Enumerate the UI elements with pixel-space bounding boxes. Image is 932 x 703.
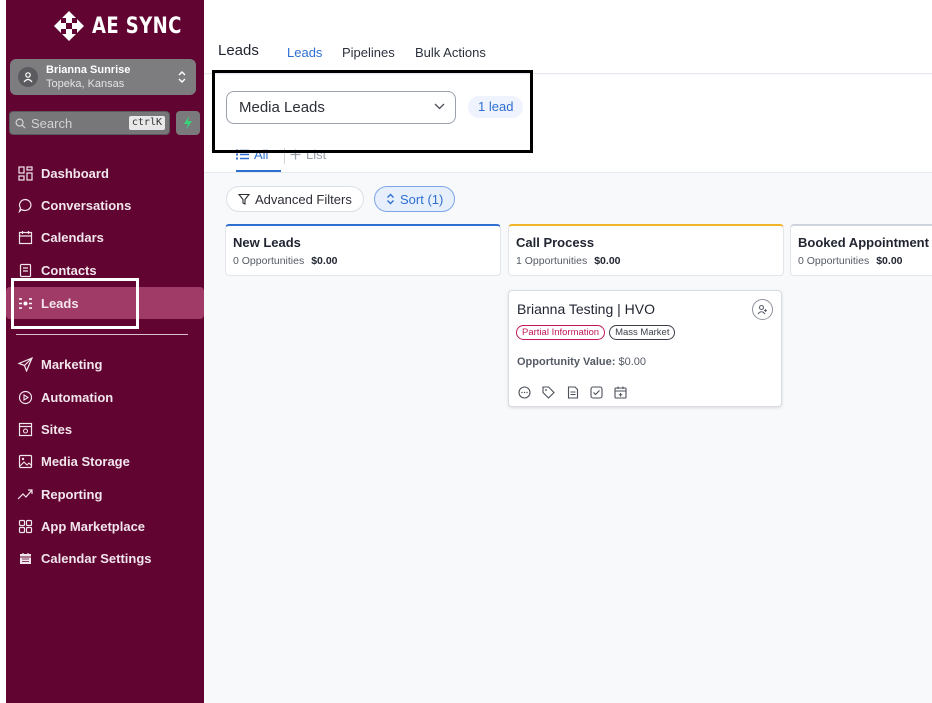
assign-user-button[interactable] bbox=[752, 299, 773, 320]
appointment-calendar-icon[interactable] bbox=[613, 385, 628, 400]
sort-icon bbox=[387, 193, 394, 205]
grid-icon bbox=[17, 165, 33, 181]
sidebar-divider bbox=[16, 334, 188, 335]
advanced-filters-button[interactable]: Advanced Filters bbox=[226, 186, 364, 212]
sidebar-item-label: Reporting bbox=[41, 486, 103, 502]
opportunity-title: Brianna Testing | HVO bbox=[517, 301, 656, 317]
opportunity-card[interactable]: Brianna Testing | HVO Partial Informatio… bbox=[508, 290, 782, 407]
opportunity-value-label: Opportunity Value: bbox=[517, 356, 616, 368]
conversation-icon[interactable] bbox=[517, 385, 532, 400]
stage-column-new-leads[interactable]: New Leads 0 Opportunities $0.00 bbox=[225, 224, 501, 276]
location-avatar-icon bbox=[18, 67, 38, 87]
sidebar-item-automation[interactable]: Automation bbox=[6, 384, 204, 410]
send-icon bbox=[17, 356, 33, 372]
sidebar-item-conversations[interactable]: Conversations bbox=[6, 192, 204, 218]
search-input[interactable]: Search ctrlK bbox=[9, 111, 170, 135]
stage-column-booked-appointment[interactable]: Booked Appointment 0 Opportunities $0.00 bbox=[790, 224, 932, 276]
sites-icon bbox=[17, 421, 33, 437]
sidebar-item-label: Calendars bbox=[41, 229, 104, 245]
opportunity-value-amount: $0.00 bbox=[618, 356, 646, 368]
stage-title: Call Process bbox=[516, 235, 595, 250]
advanced-filters-label: Advanced Filters bbox=[255, 191, 352, 207]
stage-opportunity-count: 0 Opportunities bbox=[798, 255, 870, 267]
calendar-icon bbox=[17, 229, 33, 245]
calendar-filled-icon bbox=[17, 550, 33, 566]
stage-summary: 0 Opportunities $0.00 bbox=[233, 255, 500, 267]
sidebar-item-media-storage[interactable]: Media Storage bbox=[6, 448, 204, 474]
app-window: AE SYNC Brianna Sunrise Topeka, Kansas S… bbox=[0, 0, 932, 703]
opportunity-value: Opportunity Value: $0.00 bbox=[517, 356, 646, 368]
stage-title: New Leads bbox=[233, 235, 301, 250]
sidebar-item-label: Marketing bbox=[41, 356, 103, 372]
stage-summary: 0 Opportunities $0.00 bbox=[798, 255, 932, 267]
sidebar-item-app-marketplace[interactable]: App Marketplace bbox=[6, 513, 204, 539]
contact-card-icon bbox=[17, 262, 33, 278]
sidebar-item-label: Calendar Settings bbox=[41, 550, 152, 566]
logo-mark-icon bbox=[54, 11, 84, 41]
sidebar-item-label: Conversations bbox=[41, 197, 132, 213]
tab-leads[interactable]: Leads bbox=[287, 45, 322, 60]
play-circle-icon bbox=[17, 389, 33, 405]
location-city: Topeka, Kansas bbox=[46, 78, 125, 90]
sidebar-item-label: Contacts bbox=[41, 262, 97, 278]
opportunity-actions bbox=[517, 385, 628, 400]
stage-opportunity-count: 0 Opportunities bbox=[233, 255, 305, 267]
stage-amount: $0.00 bbox=[311, 255, 338, 267]
opportunity-tags: Partial Information Mass Market bbox=[516, 325, 676, 340]
tab-pipelines[interactable]: Pipelines bbox=[342, 45, 395, 60]
chat-bubble-icon bbox=[17, 197, 33, 213]
tag-icon[interactable] bbox=[541, 385, 556, 400]
image-icon bbox=[17, 453, 33, 469]
sidebar-item-sites[interactable]: Sites bbox=[6, 416, 204, 442]
stage-summary: 1 Opportunities $0.00 bbox=[516, 255, 783, 267]
sidebar-item-dashboard[interactable]: Dashboard bbox=[6, 160, 204, 186]
location-name: Brianna Sunrise bbox=[46, 64, 131, 76]
sidebar-item-label: Dashboard bbox=[41, 165, 109, 181]
sort-button[interactable]: Sort (1) bbox=[374, 186, 456, 212]
active-tab-indicator bbox=[236, 170, 281, 172]
tab-bulk-actions[interactable]: Bulk Actions bbox=[415, 45, 486, 60]
lightning-icon bbox=[184, 116, 192, 130]
tag-partial-information: Partial Information bbox=[516, 325, 606, 340]
page-title: Leads bbox=[218, 42, 259, 59]
trend-icon bbox=[17, 486, 33, 502]
search-icon bbox=[15, 118, 26, 129]
sidebar: AE SYNC Brianna Sunrise Topeka, Kansas S… bbox=[6, 0, 204, 703]
task-checkbox-icon[interactable] bbox=[589, 385, 604, 400]
sort-label: Sort (1) bbox=[400, 191, 444, 207]
sidebar-item-calendar-settings[interactable]: Calendar Settings bbox=[6, 545, 204, 571]
quick-actions-button[interactable] bbox=[176, 111, 200, 135]
sidebar-item-reporting[interactable]: Reporting bbox=[6, 481, 204, 507]
apps-icon bbox=[17, 518, 33, 534]
sidebar-item-marketing[interactable]: Marketing bbox=[6, 351, 204, 377]
stage-amount: $0.00 bbox=[594, 255, 621, 267]
sidebar-item-label: Automation bbox=[41, 389, 114, 405]
main-content: Leads Leads Pipelines Bulk Actions Media… bbox=[204, 0, 932, 703]
filter-icon bbox=[238, 193, 250, 205]
sidebar-item-calendars[interactable]: Calendars bbox=[6, 224, 204, 250]
search-shortcut: ctrlK bbox=[128, 116, 165, 130]
stage-amount: $0.00 bbox=[876, 255, 903, 267]
brand-name: AE SYNC bbox=[92, 13, 182, 39]
location-switcher[interactable]: Brianna Sunrise Topeka, Kansas bbox=[10, 59, 196, 95]
sidebar-item-label: Sites bbox=[41, 421, 73, 437]
header: Leads Leads Pipelines Bulk Actions bbox=[204, 0, 932, 74]
pipeline-highlight-box bbox=[212, 70, 533, 153]
tag-mass-market: Mass Market bbox=[609, 325, 676, 340]
note-icon[interactable] bbox=[565, 385, 580, 400]
stage-title: Booked Appointment bbox=[798, 235, 929, 250]
stage-opportunity-count: 1 Opportunities bbox=[516, 255, 588, 267]
sidebar-item-label: App Marketplace bbox=[41, 518, 146, 534]
chevron-up-down-icon bbox=[178, 71, 186, 83]
search-placeholder: Search bbox=[31, 115, 73, 131]
user-add-icon bbox=[757, 304, 767, 315]
leads-highlight-box bbox=[11, 278, 139, 329]
brand-logo[interactable]: AE SYNC bbox=[52, 8, 202, 44]
stage-column-call-process[interactable]: Call Process 1 Opportunities $0.00 bbox=[508, 224, 784, 276]
sidebar-item-label: Media Storage bbox=[41, 453, 130, 469]
